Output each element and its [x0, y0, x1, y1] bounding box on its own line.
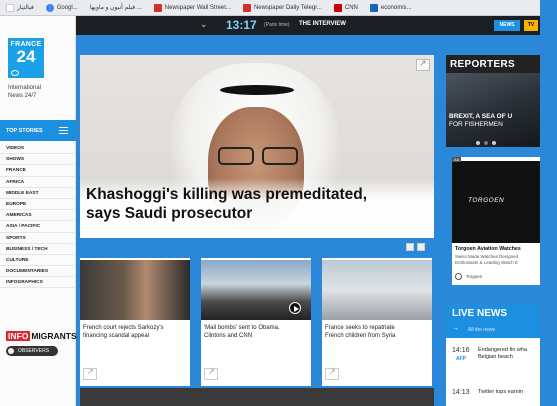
nav-asia-pacific[interactable]: ASIA / PACIFIC: [0, 221, 76, 233]
nav-infographics[interactable]: INFOGRAPHICS: [0, 277, 76, 289]
share-icon[interactable]: [83, 367, 97, 380]
reporters-promo[interactable]: REPORTERS BREXIT, A SEA OF U FOR FISHERM…: [446, 55, 540, 147]
nav-americas[interactable]: AMERICAS: [0, 210, 76, 222]
clock-time: 13:17: [226, 18, 257, 32]
newspaper-icon: [153, 3, 162, 12]
bookmark-cnn[interactable]: CNN: [328, 3, 364, 12]
carousel-dots: [476, 141, 496, 145]
live-news-header[interactable]: LIVE NEWS → All the news: [446, 305, 540, 338]
current-program[interactable]: THE INTERVIEW: [299, 21, 346, 27]
ad-brand: TORGOEN: [468, 197, 505, 204]
news-button[interactable]: NEWS: [494, 20, 520, 31]
hamburger-menu-icon[interactable]: [59, 127, 68, 134]
arrow-right-icon: →: [452, 325, 459, 332]
ad-description: Swiss Made Watches Designed Enthusiasts …: [455, 254, 519, 265]
window-edge: [540, 16, 557, 406]
nav-middle-east[interactable]: MIDDLE EAST: [0, 188, 76, 199]
nav-videos[interactable]: VIDEOS: [0, 143, 76, 155]
story-image: [322, 260, 432, 320]
newspaper-icon: [242, 3, 251, 12]
cnn-icon: [333, 3, 342, 12]
reporters-caption: BREXIT, A SEA OF U FOR FISHERMEN: [449, 113, 513, 128]
advertiser-logo-icon: [455, 273, 462, 280]
nav-business-tech[interactable]: BUSINESS / TECH: [0, 244, 76, 255]
nav-africa[interactable]: AFRICA: [0, 177, 76, 188]
live-program-bar: ⌄ 13:17 (Paris time) THE INTERVIEW NEWS …: [76, 16, 540, 35]
logo-ring-icon: [11, 70, 19, 76]
list-view-icon[interactable]: [417, 243, 425, 251]
bookmarks-bar: فيالتيار Googl... فيلم أنيون و ماويها ..…: [0, 0, 540, 16]
reporters-image: [446, 73, 540, 147]
all-news-link[interactable]: All the news: [468, 327, 495, 333]
hero-headline[interactable]: Khashoggi's killing was premeditated, sa…: [86, 185, 367, 223]
share-icon[interactable]: [416, 58, 430, 71]
bookmark-favicon-icon: [6, 3, 14, 12]
share-icon[interactable]: [325, 367, 339, 380]
paris-time-label: (Paris time): [264, 22, 290, 28]
bookmark-economist[interactable]: economis...: [364, 3, 418, 12]
story-caption: 'Mail bombs' sent to Obama, Clintons and…: [204, 325, 280, 339]
nav-sports[interactable]: SPORTS: [0, 233, 76, 244]
top-stories-button[interactable]: TOP STORIES: [0, 120, 76, 141]
carousel-dot[interactable]: [476, 141, 480, 145]
play-icon[interactable]: [289, 302, 301, 314]
story-caption: French court rejects Sarkozy's financing…: [83, 325, 164, 339]
hero-story[interactable]: Khashoggi's killing was premeditated, sa…: [80, 55, 434, 238]
nav-documentaries[interactable]: DOCUMENTARIES: [0, 266, 76, 278]
advertisement[interactable]: Ad TORGOEN Torgoen Aviation Watches Swis…: [452, 157, 540, 285]
story-caption: France seeks to repatriate French childr…: [325, 325, 396, 339]
carousel-dot[interactable]: [492, 141, 496, 145]
tv-button[interactable]: TV: [524, 20, 538, 31]
live-news-panel: LIVE NEWS → All the news 14:16 AFP Endan…: [446, 305, 540, 406]
chevron-down-icon[interactable]: ⌄: [200, 19, 208, 30]
story-card-sarkozy[interactable]: French court rejects Sarkozy's financing…: [80, 258, 190, 386]
nav-shows[interactable]: SHOWS: [0, 154, 76, 166]
story-image: [201, 260, 311, 320]
bookmark-telegraph[interactable]: Newspaper Daily Telegr...: [237, 3, 328, 12]
advertiser-name: Torgoen: [466, 274, 483, 279]
france24-logo[interactable]: FRANCE 24: [8, 38, 44, 78]
nav-europe[interactable]: EUROPE: [0, 199, 76, 211]
google-icon: [45, 3, 54, 12]
bookmark-1[interactable]: فيالتيار: [0, 3, 40, 12]
story-image: [80, 260, 190, 320]
ad-tag: Ad: [452, 157, 461, 162]
share-icon[interactable]: [204, 367, 218, 380]
infomigrants-logo[interactable]: INFO MIGRANTS: [6, 330, 77, 342]
next-row-images: [80, 388, 434, 406]
story-card-mail-bombs[interactable]: 'Mail bombs' sent to Obama, Clintons and…: [201, 258, 311, 386]
nav-france[interactable]: FRANCE: [0, 165, 76, 177]
browser-frame: فيالتيار Googl... فيلم أنيون و ماويها ..…: [0, 0, 557, 406]
ad-title[interactable]: Torgoen Aviation Watches: [455, 246, 521, 252]
sidebar: FRANCE 24 International News 24/7 TOP ST…: [0, 16, 77, 406]
bookmark-3[interactable]: فيلم أنيون و ماويها ...: [84, 4, 148, 11]
view-toggles: [406, 243, 425, 251]
bookmark-wsj[interactable]: Newspaper Wall Street...: [148, 3, 237, 12]
nav-culture[interactable]: CULTURE: [0, 255, 76, 267]
tagline: International News 24/7: [8, 85, 42, 99]
economist-icon: [369, 3, 378, 12]
observers-logo[interactable]: OBSERVERS: [6, 346, 58, 356]
story-card-syria[interactable]: France seeks to repatriate French childr…: [322, 258, 432, 386]
reporters-logo: REPORTERS: [450, 59, 515, 70]
carousel-dot-active[interactable]: [484, 141, 488, 145]
bookmark-google[interactable]: Googl...: [40, 3, 84, 12]
sidebar-nav: VIDEOS SHOWS FRANCE AFRICA MIDDLE EAST E…: [0, 143, 76, 289]
grid-view-icon[interactable]: [406, 243, 414, 251]
